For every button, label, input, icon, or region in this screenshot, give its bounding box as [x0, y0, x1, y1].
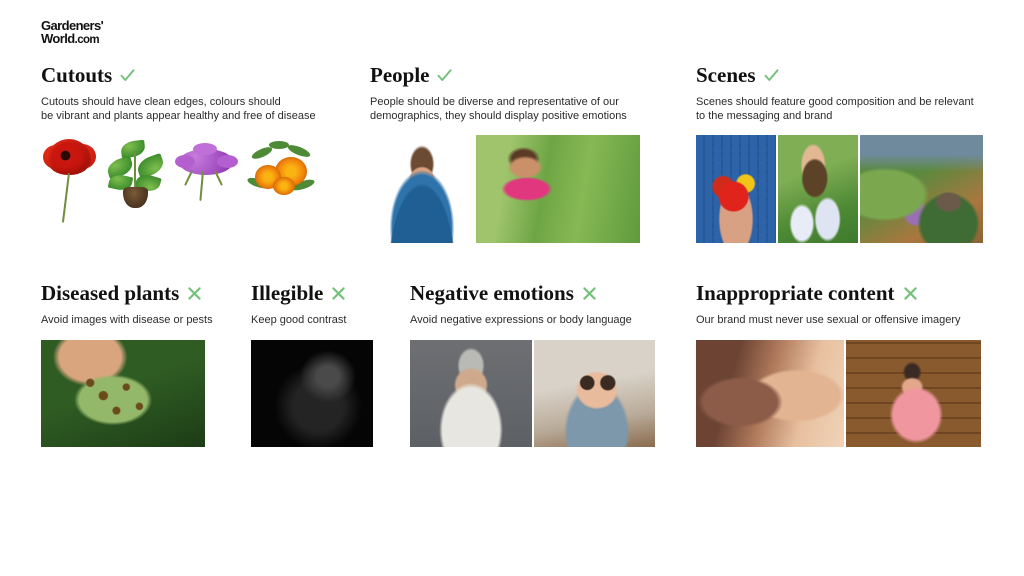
- gardeners-world-logo: Gardeners' World.com: [41, 19, 104, 47]
- check-mark-icon: [763, 67, 780, 84]
- cutout-purple-verbena: [169, 135, 243, 243]
- section-title: Scenes: [696, 63, 756, 87]
- photo-woman-picking-peas: [476, 135, 640, 243]
- section-diseased-plants: Diseased plants Avoid images with diseas…: [41, 282, 251, 327]
- section-title: Diseased plants: [41, 281, 180, 305]
- cross-mark-icon: [902, 285, 919, 302]
- section-title: Illegible: [251, 281, 324, 305]
- section-description: People should be diverse and representat…: [370, 96, 627, 122]
- cross-mark-icon: [186, 285, 203, 302]
- section-cutouts: Cutouts Cutouts should have clean edges,…: [41, 64, 371, 123]
- logo-world-text: World: [41, 30, 75, 46]
- section-heading-illegible: Illegible: [251, 282, 401, 304]
- photo-formal-garden-fountain: [860, 135, 983, 243]
- section-heading-people: People: [370, 64, 680, 86]
- cutout-image-row: [41, 135, 321, 243]
- cross-mark-icon: [581, 285, 598, 302]
- section-inappropriate-content: Inappropriate content Our brand must nev…: [696, 282, 996, 327]
- section-description: Avoid images with disease or pests: [41, 314, 213, 326]
- diseased-image-row: [41, 340, 205, 447]
- logo-dotcom-text: .com: [74, 33, 100, 46]
- photo-grumpy-older-man: [410, 340, 532, 447]
- section-heading-scenes: Scenes: [696, 64, 996, 86]
- section-description: Our brand must never use sexual or offen…: [696, 314, 961, 326]
- section-title: Negative emotions: [410, 281, 574, 305]
- brand-guidelines-board: Gardeners' World.com Cutouts Cutouts sho…: [0, 0, 1024, 576]
- cutout-red-poppy: [41, 135, 103, 243]
- section-heading-cutouts: Cutouts: [41, 64, 371, 86]
- section-people: People People should be diverse and repr…: [370, 64, 680, 123]
- photo-diseased-leaf-spots: [41, 340, 205, 447]
- illegible-image-row: [251, 340, 373, 447]
- cutout-basil-plant: [103, 135, 169, 243]
- section-title: People: [370, 63, 430, 87]
- check-mark-icon: [436, 67, 453, 84]
- cutout-orange-marigold: [243, 135, 321, 243]
- check-mark-icon: [119, 67, 136, 84]
- photo-bored-girl-glasses: [534, 340, 655, 447]
- section-heading-inappropriate-content: Inappropriate content: [696, 282, 996, 304]
- people-image-row: [370, 135, 640, 243]
- section-title: Inappropriate content: [696, 281, 895, 305]
- section-description: Keep good contrast: [251, 314, 347, 326]
- photo-couple-kissing: [696, 340, 844, 447]
- photo-hand-with-compost: [778, 135, 858, 243]
- section-illegible: Illegible Keep good contrast: [251, 282, 401, 327]
- negative-emotions-image-row: [410, 340, 655, 447]
- scenes-image-row: [696, 135, 983, 243]
- section-description: Scenes should feature good composition a…: [696, 96, 974, 122]
- photo-smiling-man-denim-shirt: [370, 135, 474, 243]
- section-title: Cutouts: [41, 63, 113, 87]
- section-heading-diseased-plants: Diseased plants: [41, 282, 251, 304]
- logo-line-2: World.com: [41, 30, 103, 47]
- photo-hands-holding-tomatoes: [696, 135, 776, 243]
- section-negative-emotions: Negative emotions Avoid negative express…: [410, 282, 670, 327]
- section-heading-negative-emotions: Negative emotions: [410, 282, 670, 304]
- photo-woman-rude-gesture: [846, 340, 981, 447]
- section-description: Avoid negative expressions or body langu…: [410, 314, 632, 326]
- section-description: Cutouts should have clean edges, colours…: [41, 96, 316, 122]
- section-scenes: Scenes Scenes should feature good compos…: [696, 64, 996, 123]
- inappropriate-image-row: [696, 340, 981, 447]
- photo-dark-unreadable: [251, 340, 373, 447]
- cross-mark-icon: [330, 285, 347, 302]
